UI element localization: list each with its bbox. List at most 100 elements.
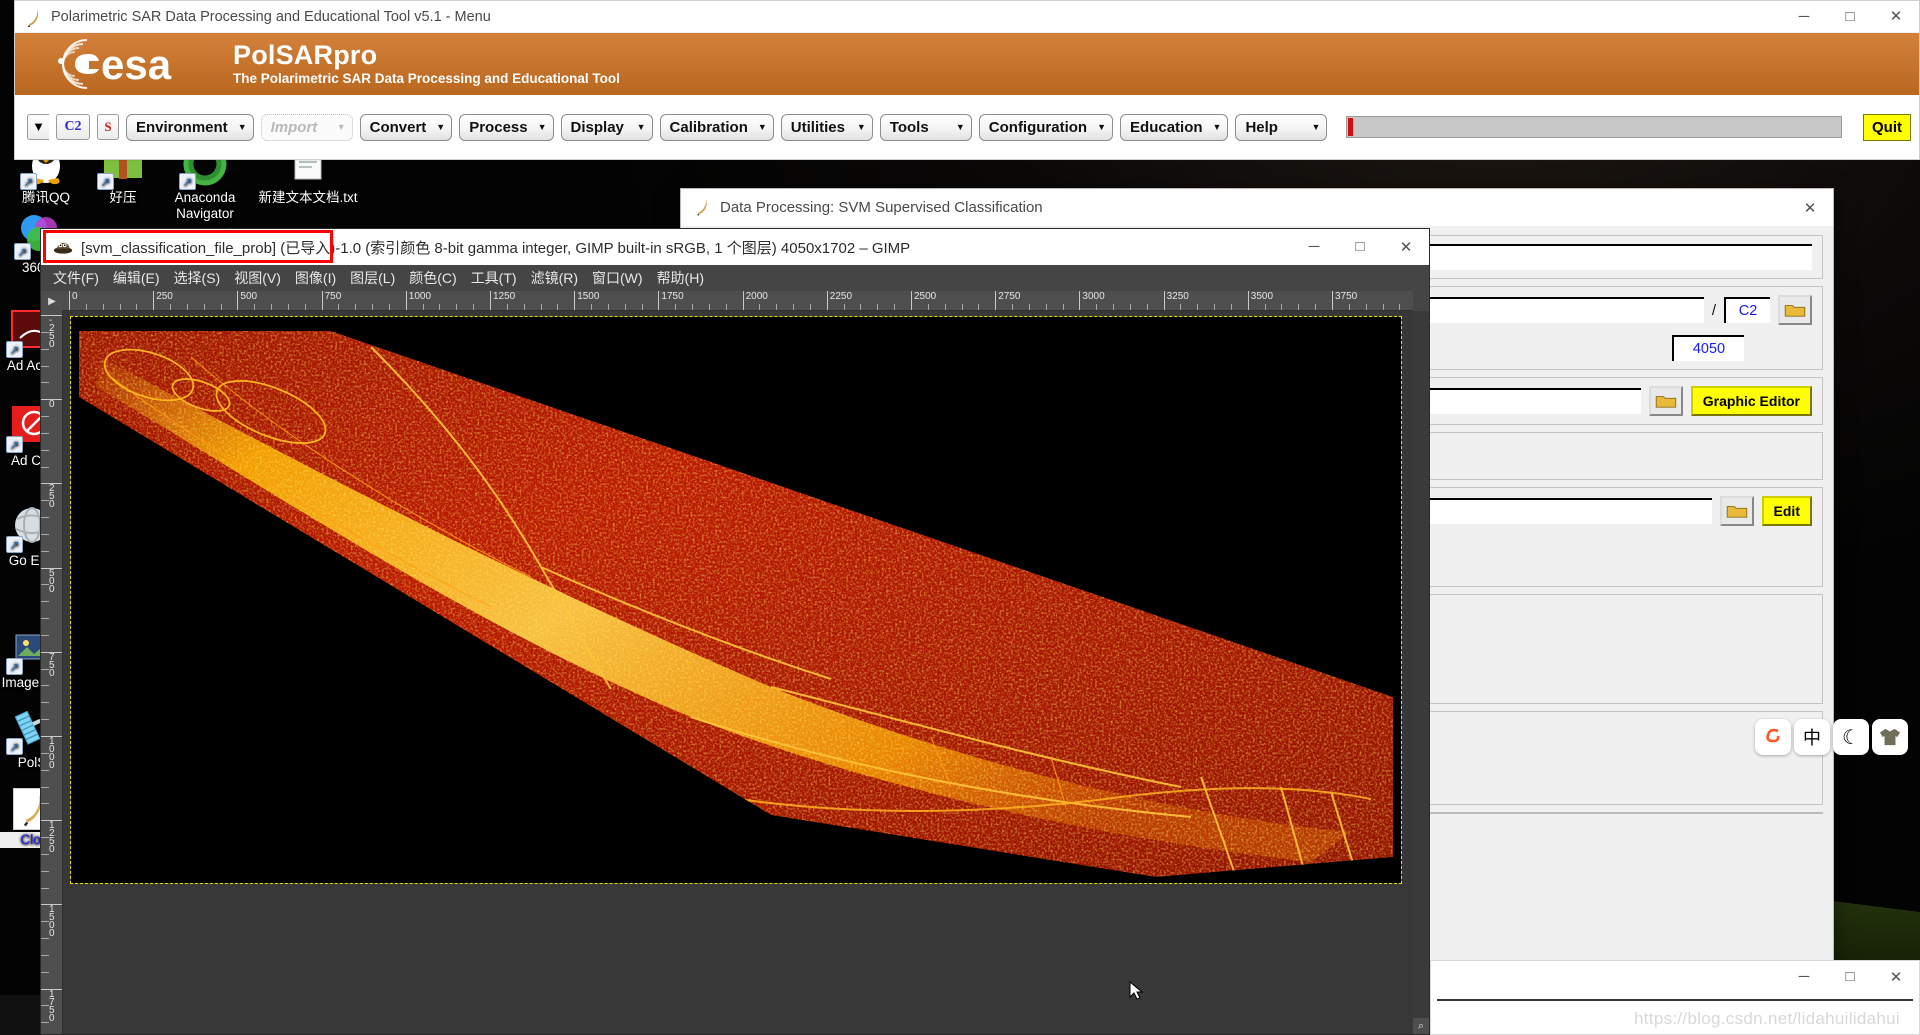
maximize-icon[interactable]: □ [1827,1,1873,32]
gimp-menu-file[interactable]: 文件(F) [53,268,99,288]
ruler-tick-minor [860,304,863,310]
product-tagline: The Polarimetric SAR Data Processing and… [233,71,620,86]
gimp-window: [svm_classification_file_prob] (已导入)-1.0… [40,228,1430,1035]
graphic-editor-button[interactable]: Graphic Editor [1690,386,1812,416]
menu-environment[interactable]: Environment ▼ [126,113,254,141]
horizontal-ruler[interactable]: 0 250 500 750 1000 1250 1500 1750 2000 2250 2500 27… [63,291,1413,311]
svm-dialog-title: Data Processing: SVM Supervised Classifi… [720,199,1043,216]
menu-help[interactable]: Help ▼ [1235,113,1328,141]
input-method-tray: 中 ☾ [1755,719,1908,755]
ruler-tick-minor [372,304,375,310]
window-controls: ─ □ ✕ [1781,1,1919,33]
ruler-tick-minor [41,938,49,940]
browse-output-folder-icon[interactable] [1778,295,1812,325]
ruler-tick-minor [506,304,510,310]
shortcut-arrow-icon: ↗ [20,173,37,190]
browse-training-folder-icon[interactable] [1719,496,1754,526]
menu-education[interactable]: Education ▼ [1120,113,1229,141]
ruler-tick-minor [1062,304,1066,310]
esa-logo-icon: esa [39,36,219,92]
menu-utilities[interactable]: Utilities ▼ [780,113,873,141]
ruler-tick-minor [41,870,49,873]
ruler-tick-minor [41,382,49,384]
ruler-tick-minor [41,365,49,368]
ruler-tick-minor [1180,304,1183,310]
maximize-icon[interactable]: □ [1337,231,1383,262]
menu-display[interactable]: Display ▼ [560,113,653,141]
close-icon[interactable]: ✕ [1787,192,1833,223]
menu-calibration[interactable]: Calibration ▼ [659,113,774,141]
close-icon[interactable]: ✕ [1873,961,1919,992]
minimize-icon[interactable]: ─ [1291,231,1337,262]
svm-dialog-titlebar[interactable]: Data Processing: SVM Supervised Classifi… [681,189,1833,227]
polsarpro-titlebar[interactable]: Polarimetric SAR Data Processing and Edu… [15,1,1919,33]
zoom-icon[interactable]: ⌕ [1413,1018,1429,1034]
gimp-menu-help[interactable]: 帮助(H) [657,268,704,288]
close-icon[interactable]: ✕ [1383,231,1429,262]
ruler-tick-minor [894,304,897,310]
ruler-tick-minor [1012,304,1015,310]
ruler-tick-minor [41,449,49,452]
shortcut-arrow-icon: ↗ [6,536,23,553]
ruler-tick-major: 2000 [742,291,768,310]
gimp-menu-colors[interactable]: 颜色(C) [409,268,456,288]
gimp-canvas[interactable] [63,311,1413,1034]
menu-configuration[interactable]: Configuration ▼ [978,113,1114,141]
mouse-cursor-icon [1128,980,1144,1000]
menu-tools[interactable]: Tools ▼ [879,113,972,141]
gimp-titlebar[interactable]: [svm_classification_file_prob] (已导入)-1.0… [41,229,1429,265]
ruler-tick-minor [41,853,49,856]
menu-convert[interactable]: Convert ▼ [359,113,453,141]
menu-calibration-label: Calibration [669,118,748,136]
chinese-mode-icon[interactable]: 中 [1794,719,1830,755]
sogou-input-icon[interactable] [1755,719,1791,755]
menu-import-label: Import [270,118,318,136]
edit-button[interactable]: Edit [1761,496,1812,526]
close-icon[interactable]: ✕ [1873,1,1919,32]
ruler-tick-major: 3000 [1079,291,1105,310]
gimp-menu-tools[interactable]: 工具(T) [471,268,517,288]
maximize-icon[interactable]: □ [1827,961,1873,992]
gimp-menu-filters[interactable]: 滤镜(R) [531,268,578,288]
ruler-tick-major: 3500 [1247,291,1273,310]
ruler-tick-minor [41,954,49,957]
taskbar-corner [0,995,40,1035]
chevron-down-icon[interactable]: ▼ [27,114,49,140]
gimp-menu-windows[interactable]: 窗口(W) [592,268,643,288]
ruler-tick-minor [473,304,476,310]
menu-tools-label: Tools [889,118,929,136]
c2-indicator[interactable]: C2 [56,114,90,140]
vertical-ruler[interactable]: -250 0 250 500 750 1000 1250 1500 1750 [41,311,63,1034]
gimp-menu-layer[interactable]: 图层(L) [350,268,395,288]
gimp-menu-view[interactable]: 视图(V) [234,268,281,288]
menu-process[interactable]: Process ▼ [459,113,554,141]
gimp-menu-image[interactable]: 图像(I) [295,268,336,288]
minimize-icon[interactable]: ─ [1781,1,1827,32]
s-indicator[interactable]: S [97,114,119,140]
ruler-tick-minor [170,304,173,310]
chevron-down-icon: ▼ [1212,122,1222,132]
polsarpro-window: Polarimetric SAR Data Processing and Edu… [14,0,1920,160]
gimp-menu-edit[interactable]: 编辑(E) [113,268,160,288]
canvas-vertical-scrollbar[interactable]: ⌕ [1413,311,1429,1034]
browse-cluster-folder-icon[interactable] [1648,386,1683,416]
ruler-tick-minor [41,752,49,755]
end-col-field[interactable]: 4050 [1672,335,1744,361]
ruler-tick-minor [961,304,965,310]
skin-icon[interactable] [1872,719,1908,755]
ruler-tick-major: 1500 [574,291,599,310]
ruler-corner-button[interactable]: ▶ [41,291,63,311]
minimize-icon[interactable]: ─ [1781,961,1827,992]
gimp-menu-select[interactable]: 选择(S) [174,268,221,288]
quit-button[interactable]: Quit [1863,113,1911,141]
ruler-tick-minor [978,304,981,310]
output-suffix-field[interactable]: C2 [1724,297,1770,323]
progress-bar-fill [1348,118,1354,136]
ruler-tick-major: 3750 [1332,291,1357,310]
ruler-tick-minor [877,304,880,310]
ruler-tick-minor [41,517,49,519]
ruler-tick-major: 750 [41,651,62,678]
esa-banner: esa PolSARpro The Polarimetric SAR Data … [15,33,1919,95]
moon-icon[interactable]: ☾ [1833,719,1869,755]
ruler-tick-minor [1129,304,1133,310]
